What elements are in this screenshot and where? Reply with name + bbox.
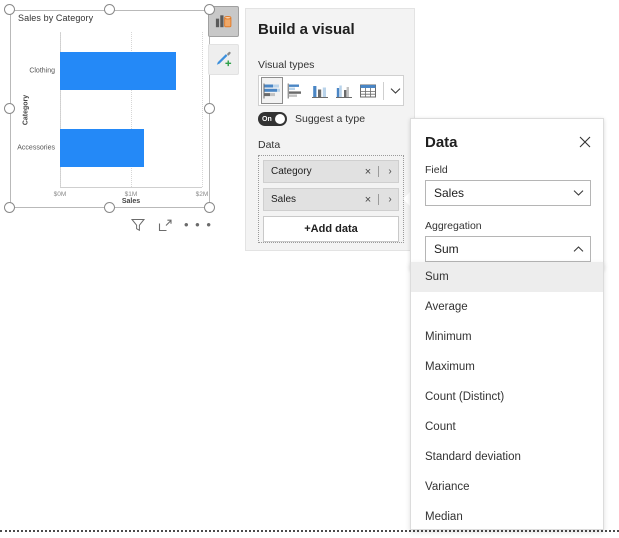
- clustered-bar-chart-icon: [287, 83, 305, 99]
- resize-handle-top-left[interactable]: [4, 4, 15, 15]
- chip-divider: [378, 194, 379, 205]
- visual-types-separator: [383, 82, 384, 100]
- field-label: Field: [425, 164, 448, 176]
- aggregation-option-median[interactable]: Median: [411, 502, 603, 532]
- resize-handle-bottom-left[interactable]: [4, 202, 15, 213]
- visual-types-gallery: [258, 75, 404, 106]
- close-icon[interactable]: [577, 134, 593, 150]
- expand-field-icon[interactable]: ›: [382, 166, 398, 177]
- aggregation-option-variance[interactable]: Variance: [411, 472, 603, 502]
- toggle-state-label: On: [262, 116, 272, 123]
- build-visual-chart-icon: [214, 12, 233, 31]
- aggregation-option-count-distinct[interactable]: Count (Distinct): [411, 382, 603, 412]
- aggregation-select[interactable]: Sum: [425, 236, 591, 262]
- chevron-up-icon: [566, 245, 590, 253]
- resize-handle-bottom-center[interactable]: [104, 202, 115, 213]
- suggest-a-type-row[interactable]: On Suggest a type: [258, 112, 365, 126]
- visual-type-column-chart[interactable]: [309, 77, 331, 104]
- data-section-label: Data: [258, 139, 280, 151]
- stacked-bar-chart-icon: [263, 83, 281, 99]
- x-axis-title: Sales: [122, 198, 140, 205]
- chip-divider: [378, 166, 379, 177]
- aggregation-option-average[interactable]: Average: [411, 292, 603, 322]
- field-chip-label: Sales: [271, 194, 361, 205]
- build-pane-title: Build a visual: [258, 21, 355, 38]
- table-visual-icon: [359, 83, 377, 99]
- focus-mode-icon[interactable]: [157, 217, 173, 233]
- remove-field-icon[interactable]: ×: [361, 166, 375, 178]
- field-select-value: Sales: [434, 186, 566, 200]
- filter-funnel-icon[interactable]: [130, 217, 146, 233]
- field-chip-sales[interactable]: Sales × ›: [263, 188, 399, 211]
- build-a-visual-pane: Build a visual Visual types: [245, 8, 415, 251]
- chevron-down-icon: [566, 189, 590, 197]
- visual-types-label: Visual types: [258, 59, 314, 71]
- expand-field-icon[interactable]: ›: [382, 194, 398, 205]
- chart-title: Sales by Category: [18, 13, 93, 23]
- x-gridline: [202, 32, 203, 187]
- x-tick-label: $1M: [125, 191, 138, 198]
- field-chip-category[interactable]: Category × ›: [263, 160, 399, 183]
- aggregation-option-minimum[interactable]: Minimum: [411, 322, 603, 352]
- aggregation-option-count[interactable]: Count: [411, 412, 603, 442]
- visual-type-clustered-column-chart[interactable]: [333, 77, 355, 104]
- x-axis-line: [60, 187, 202, 188]
- resize-handle-top-center[interactable]: [104, 4, 115, 15]
- aggregation-option-standard-deviation[interactable]: Standard deviation: [411, 442, 603, 472]
- chevron-down-icon: [390, 87, 401, 95]
- x-tick-label: $0M: [54, 191, 67, 198]
- more-options-icon[interactable]: • • •: [184, 220, 212, 230]
- flyout-title: Data: [425, 134, 458, 151]
- visual-footer-toolbar: • • •: [130, 214, 216, 236]
- toggle-knob: [275, 114, 285, 124]
- resize-handle-middle-right[interactable]: [204, 103, 215, 114]
- aggregation-option-maximum[interactable]: Maximum: [411, 352, 603, 382]
- field-chip-label: Category: [271, 166, 361, 177]
- suggest-a-type-toggle[interactable]: On: [258, 112, 287, 126]
- category-label: Accessories: [17, 145, 55, 152]
- category-label: Clothing: [29, 67, 55, 74]
- y-axis-title: Category: [23, 95, 30, 125]
- bar-accessories[interactable]: [60, 129, 144, 167]
- data-field-well: Category × › Sales × › +Add data: [258, 155, 404, 243]
- visual-type-clustered-bar-chart[interactable]: [285, 77, 307, 104]
- resize-handle-top-right[interactable]: [204, 4, 215, 15]
- visual-type-stacked-bar-chart[interactable]: [261, 77, 283, 104]
- field-select[interactable]: Sales: [425, 180, 591, 206]
- aggregation-option-sum[interactable]: Sum: [411, 262, 603, 292]
- bar-clothing[interactable]: [60, 52, 176, 90]
- visual-types-expand-button[interactable]: [387, 77, 403, 104]
- chart-plot-area: Sales $0M$1M$2MClothingAccessories: [60, 32, 202, 187]
- format-visual-button[interactable]: [208, 44, 239, 75]
- data-flyout-panel: Data Field Sales Aggregation Sum: [410, 118, 604, 270]
- visual-edit-rail: [208, 6, 242, 82]
- selected-visual[interactable]: Sales by Category Category Sales $0M$1M$…: [10, 10, 210, 208]
- add-data-button[interactable]: +Add data: [263, 216, 399, 242]
- clustered-column-chart-icon: [335, 83, 353, 99]
- aggregation-dropdown-list[interactable]: SumAverageMinimumMaximumCount (Distinct)…: [410, 262, 604, 530]
- aggregation-select-value: Sum: [434, 242, 566, 256]
- format-paintbrush-icon: [214, 50, 233, 69]
- resize-handle-bottom-right[interactable]: [204, 202, 215, 213]
- suggest-a-type-label: Suggest a type: [295, 113, 365, 125]
- aggregation-label: Aggregation: [425, 220, 482, 232]
- power-bi-visual-editor: Sales by Category Category Sales $0M$1M$…: [0, 0, 619, 538]
- column-chart-icon: [311, 83, 329, 99]
- visual-type-table[interactable]: [357, 77, 379, 104]
- remove-field-icon[interactable]: ×: [361, 194, 375, 206]
- x-tick-label: $2M: [196, 191, 209, 198]
- resize-handle-middle-left[interactable]: [4, 103, 15, 114]
